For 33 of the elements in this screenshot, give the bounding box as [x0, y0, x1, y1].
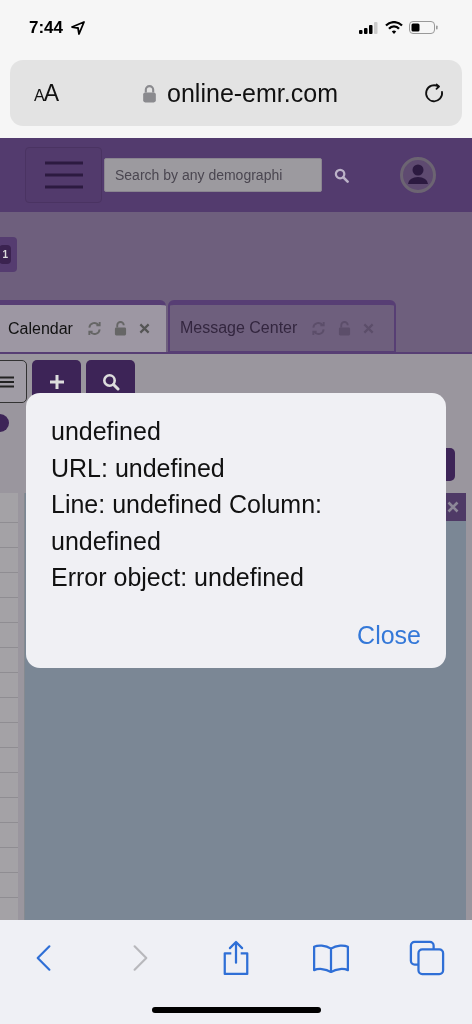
count-badge: 1: [0, 245, 11, 264]
tab[interactable]: Calendar: [0, 300, 166, 352]
user-avatar-icon[interactable]: [400, 157, 436, 193]
tab-label: Calendar: [8, 319, 73, 338]
alert-message: URL: undefined: [51, 452, 226, 484]
reload-icon[interactable]: [422, 81, 446, 105]
close-icon[interactable]: [138, 323, 150, 334]
menu-icon: [44, 161, 83, 189]
list-icon: [0, 375, 14, 388]
book-icon: [312, 943, 351, 973]
tabs-button[interactable]: [407, 938, 447, 978]
search-field[interactable]: Search by any demographi: [104, 158, 322, 192]
tabs-icon: [409, 940, 445, 976]
location-arrow-icon: [71, 20, 86, 35]
alert-message: Error object: undefined: [51, 562, 305, 593]
close-icon: [447, 501, 459, 513]
close-button[interactable]: Close: [357, 621, 421, 650]
badge-holder[interactable]: 1: [0, 237, 17, 272]
plus-icon: [48, 373, 65, 390]
text-size-button[interactable]: AA: [34, 79, 58, 107]
back-chevron-icon: [35, 943, 53, 973]
url-text: online-emr.com: [167, 78, 338, 108]
battery-icon: [409, 21, 438, 34]
signal-icon: [359, 21, 379, 34]
alert-message: undefined: [51, 416, 162, 447]
search-icon: [101, 372, 120, 391]
address-bar[interactable]: AA online-emr.com: [10, 60, 462, 126]
wifi-icon: [385, 21, 403, 34]
clock-time: 7:44: [29, 17, 64, 38]
alert-message: Line: undefined Column: undefined: [51, 489, 324, 557]
search-icon[interactable]: [334, 167, 349, 183]
tab-label: Message Center: [179, 319, 298, 337]
padlock-icon: [142, 83, 158, 103]
